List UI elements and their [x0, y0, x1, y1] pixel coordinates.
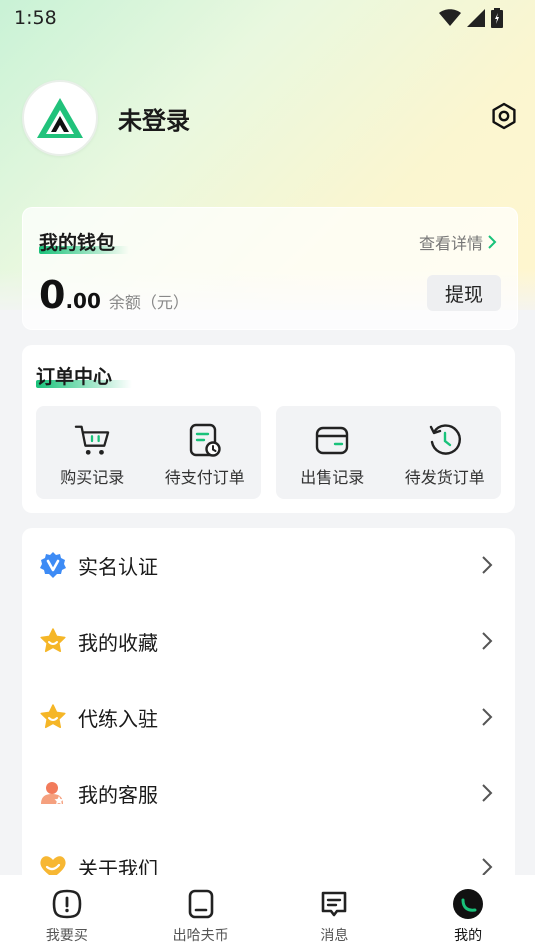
order-center-title: 订单中心: [36, 362, 132, 389]
wallet-balance: 0 .00 余额（元）: [39, 276, 189, 314]
order-item-label: 待支付订单: [164, 468, 245, 487]
star-icon: [38, 702, 68, 732]
wallet-detail-label: 查看详情: [418, 234, 483, 253]
customer-service-icon: [38, 778, 68, 808]
profile-header[interactable]: 未登录: [22, 80, 190, 156]
tab-label: 我的: [454, 928, 483, 944]
menu-item-booster-registration[interactable]: 代练入驻: [22, 687, 515, 747]
history-clock-icon: [427, 422, 463, 458]
wallet-card: 我的钱包 查看详情 0 .00 余额（元） 提现: [22, 207, 518, 330]
order-item-label: 出售记录: [300, 468, 365, 487]
gear-icon: [492, 102, 516, 130]
chevron-right-icon: [477, 783, 497, 803]
cart-icon: [74, 422, 110, 458]
menu-list: 实名认证 我的收藏 代练入驻 我的客服 关于我们: [22, 528, 515, 888]
menu-item-label: 代练入驻: [78, 706, 158, 731]
order-item-pending-shipment[interactable]: 待发货订单: [389, 406, 502, 499]
tab-sell-coins[interactable]: 出哈夫币: [134, 875, 268, 951]
star-icon: [38, 626, 68, 656]
username[interactable]: 未登录: [118, 101, 190, 136]
app-logo-icon: [37, 98, 83, 138]
wallet-title: 我的钱包: [39, 228, 129, 255]
order-item-label: 待发货订单: [404, 468, 485, 487]
battery-icon: [491, 8, 503, 28]
verified-badge-icon: [38, 550, 68, 580]
tab-label: 我要买: [45, 928, 88, 944]
info-square-icon: [50, 887, 84, 921]
sell-orders-group: 出售记录 待发货订单: [276, 406, 501, 499]
wallet-title-text: 我的钱包: [39, 232, 116, 254]
tab-mine[interactable]: 我的: [401, 875, 535, 951]
avatar[interactable]: [22, 80, 98, 156]
menu-item-label: 我的客服: [78, 782, 158, 807]
menu-item-real-name-verification[interactable]: 实名认证: [22, 535, 515, 595]
pending-payment-icon: [187, 422, 223, 458]
order-center-card: 订单中心 购买记录 待支付订单 出售记录 待发货订单: [22, 345, 515, 513]
box-icon: [184, 887, 218, 921]
settings-button[interactable]: [489, 101, 519, 131]
tab-messages[interactable]: 消息: [268, 875, 402, 951]
menu-item-my-favorites[interactable]: 我的收藏: [22, 611, 515, 671]
menu-item-customer-service[interactable]: 我的客服: [22, 763, 515, 823]
tab-buy[interactable]: 我要买: [0, 875, 134, 951]
order-center-title-text: 订单中心: [36, 366, 113, 388]
profile-circle-icon: [451, 887, 485, 921]
tab-label: 出哈夫币: [172, 928, 229, 944]
status-time: 1:58: [14, 7, 57, 29]
status-icons: [439, 8, 503, 28]
tab-label: 消息: [320, 928, 349, 944]
status-bar: 1:58: [0, 0, 535, 36]
chevron-right-icon: [488, 235, 497, 249]
order-item-label: 购买记录: [60, 468, 125, 487]
withdraw-button[interactable]: 提现: [427, 275, 501, 311]
chevron-right-icon: [477, 857, 497, 877]
order-item-pending-payment[interactable]: 待支付订单: [149, 406, 262, 499]
balance-label: 余额（元）: [108, 293, 189, 312]
menu-item-label: 我的收藏: [78, 630, 158, 655]
chevron-right-icon: [477, 555, 497, 575]
menu-item-label: 实名认证: [78, 554, 158, 579]
order-item-purchase-records[interactable]: 购买记录: [36, 406, 149, 499]
wifi-icon: [439, 9, 461, 26]
chevron-right-icon: [477, 707, 497, 727]
chevron-right-icon: [477, 631, 497, 651]
wallet-detail-link[interactable]: 查看详情: [419, 230, 497, 254]
signal-icon: [467, 9, 485, 27]
order-item-sales-records[interactable]: 出售记录: [276, 406, 389, 499]
message-icon: [317, 887, 351, 921]
buy-orders-group: 购买记录 待支付订单: [36, 406, 261, 499]
balance-decimal: .00: [65, 289, 101, 313]
wallet-icon: [314, 422, 350, 458]
balance-integer: 0: [39, 273, 66, 317]
bottom-tab-bar: 我要买 出哈夫币 消息 我的: [0, 875, 535, 951]
